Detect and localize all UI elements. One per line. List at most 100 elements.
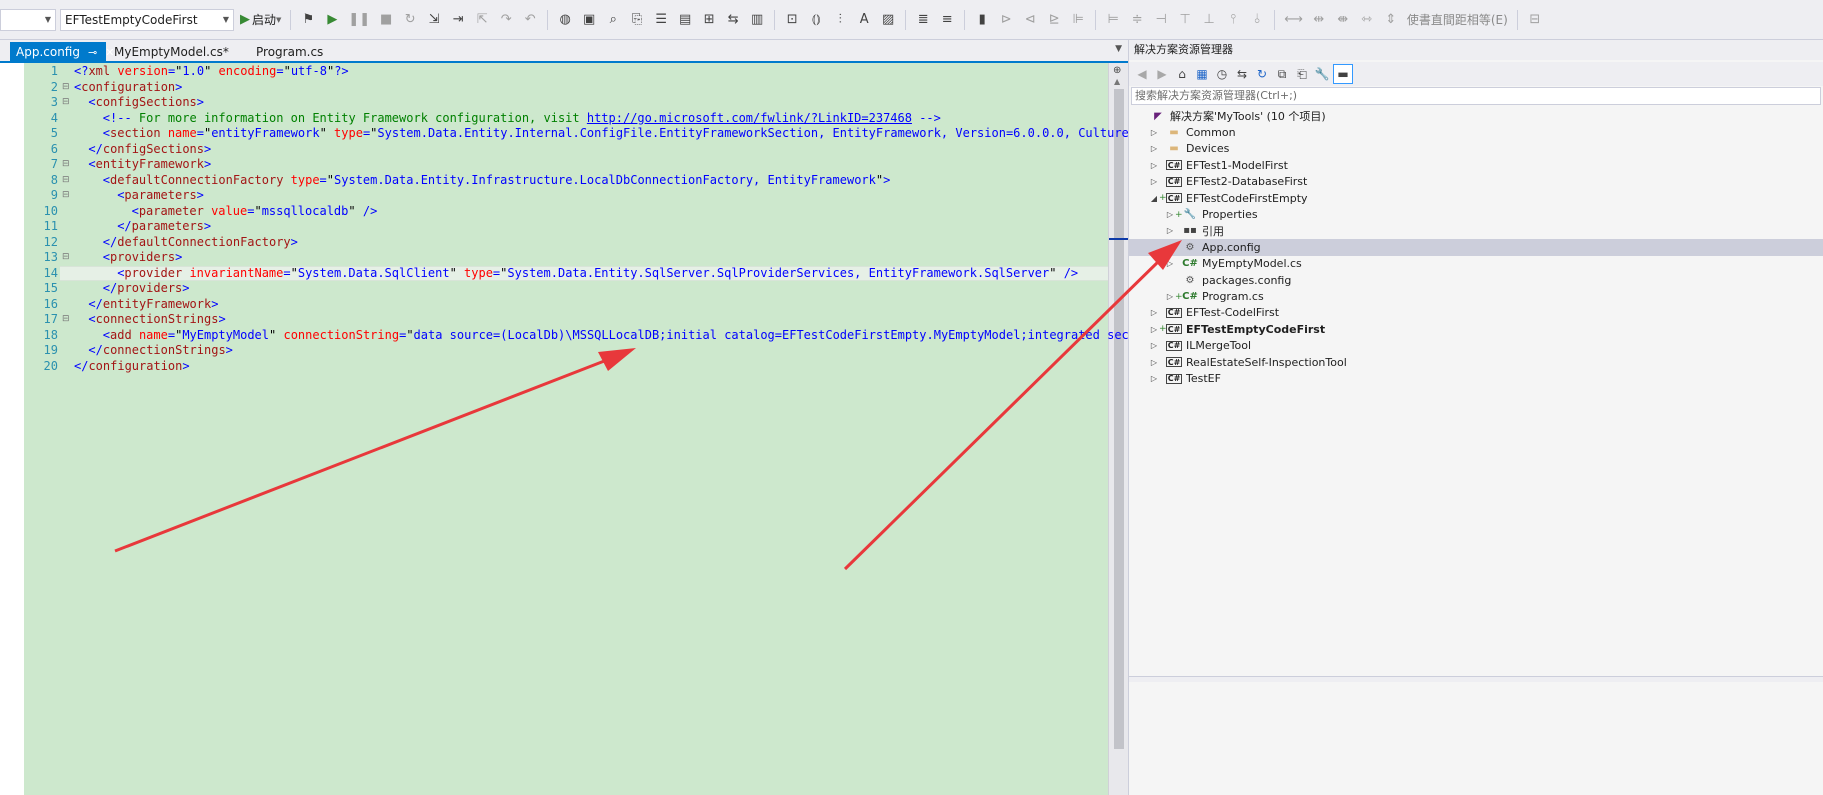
properties-button[interactable]: 🔧 bbox=[1313, 64, 1331, 84]
tab-dropdown-icon[interactable]: ▼ bbox=[1115, 44, 1122, 54]
expand-toggle-icon[interactable]: ▷ bbox=[1149, 325, 1159, 334]
vertical-scrollbar[interactable]: ⊕ ▲ bbox=[1108, 63, 1129, 795]
pin-icon[interactable]: ⊸ bbox=[88, 46, 97, 59]
bookmark-folder-button[interactable]: ⊵ bbox=[1044, 8, 1064, 32]
tree-node[interactable]: ◢ + C# EFTestCodeFirstEmpty bbox=[1129, 190, 1823, 206]
refresh-button[interactable]: ↻ bbox=[1253, 64, 1271, 84]
scrollbar-thumb[interactable] bbox=[1114, 89, 1124, 749]
sync-active-document-button[interactable]: ⇆ bbox=[1233, 64, 1251, 84]
step-into-button[interactable]: ⇲ bbox=[424, 8, 444, 32]
expand-toggle-icon[interactable]: ▷ bbox=[1149, 177, 1159, 186]
step-over-button[interactable]: ⇥ bbox=[448, 8, 468, 32]
redo-button[interactable]: ↷ bbox=[496, 8, 516, 32]
expand-toggle-icon[interactable]: ▷ bbox=[1165, 292, 1175, 301]
layout-2-button[interactable]: ≑ bbox=[1127, 8, 1147, 32]
tree-node[interactable]: ▷ + C# EFTestEmptyCodeFirst bbox=[1129, 321, 1823, 337]
document-button[interactable]: ▤ bbox=[675, 8, 695, 32]
window-button[interactable]: ⊡ bbox=[782, 8, 802, 32]
code-line[interactable]: <parameters> bbox=[117, 188, 204, 204]
code-line[interactable]: <configSections> bbox=[88, 95, 204, 111]
expand-toggle-icon[interactable]: ▷ bbox=[1149, 358, 1159, 367]
layout-6-button[interactable]: ⫯ bbox=[1223, 8, 1243, 32]
expand-toggle-icon[interactable]: ▷ bbox=[1149, 308, 1159, 317]
expand-toggle-icon[interactable]: ▷ bbox=[1149, 161, 1159, 170]
home-button[interactable]: ⌂ bbox=[1173, 64, 1191, 84]
bookmark-prev-button[interactable]: ⎘ bbox=[627, 8, 647, 32]
tree-node[interactable]: ▷ ▬ Common bbox=[1129, 124, 1823, 140]
show-all-files-button[interactable]: ⎗ bbox=[1293, 64, 1311, 84]
tree-node[interactable]: ▷ C# MyEmptyModel.cs bbox=[1129, 256, 1823, 272]
forward-button[interactable]: ▶ bbox=[1153, 64, 1171, 84]
code-line[interactable]: </configuration> bbox=[74, 359, 190, 375]
configuration-combo[interactable]: ▼ bbox=[0, 8, 56, 31]
switch-views-button[interactable]: ▦ bbox=[1193, 64, 1211, 84]
code-line[interactable]: <providers> bbox=[103, 250, 183, 266]
tab-myemptymodel-cs[interactable]: MyEmptyModel.cs* bbox=[108, 42, 235, 62]
make-vertical-spacing-equal-button[interactable]: 使書直間距相等(E) bbox=[1405, 11, 1510, 28]
attach-process-button[interactable]: ⚑ bbox=[298, 8, 318, 32]
expand-toggle-icon[interactable]: ▷ bbox=[1165, 210, 1175, 219]
scroll-up-icon[interactable]: ▲ bbox=[1114, 77, 1120, 86]
align-left-button[interactable]: ⊫ bbox=[1068, 8, 1088, 32]
space-vertical-button[interactable]: ⇕ bbox=[1381, 8, 1401, 32]
code-token[interactable]: http://go.microsoft.com/fwlink/?LinkID=2… bbox=[587, 111, 912, 125]
expand-toggle-icon[interactable]: ▷ bbox=[1149, 374, 1159, 383]
code-line[interactable]: </connectionStrings> bbox=[88, 343, 233, 359]
space-increase-button[interactable]: ⇹ bbox=[1309, 8, 1329, 32]
customize-button[interactable]: ⊟ bbox=[1525, 8, 1545, 32]
fold-toggle-icon[interactable]: ⊟ bbox=[62, 250, 72, 266]
code-line[interactable]: <configuration> bbox=[74, 80, 182, 96]
code-line[interactable]: <section name="entityFramework" type="Sy… bbox=[103, 126, 1172, 142]
layout-5-button[interactable]: ⊥ bbox=[1199, 8, 1219, 32]
undo-button[interactable]: ↶ bbox=[520, 8, 540, 32]
align-button[interactable]: ⫶ bbox=[830, 8, 850, 32]
restart-button[interactable]: ↻ bbox=[400, 8, 420, 32]
fold-toggle-icon[interactable]: ⊟ bbox=[62, 188, 72, 204]
tree-node[interactable]: ▷ C# ILMergeTool bbox=[1129, 338, 1823, 354]
code-line[interactable]: <connectionStrings> bbox=[88, 312, 225, 328]
expand-toggle-icon[interactable]: ▷ bbox=[1149, 144, 1159, 153]
code-line[interactable]: </defaultConnectionFactory> bbox=[103, 235, 298, 251]
code-line[interactable]: <defaultConnectionFactory type="System.D… bbox=[103, 173, 891, 189]
continue-button[interactable]: ▶ bbox=[322, 8, 342, 32]
expand-toggle-icon[interactable]: ▷ bbox=[1165, 226, 1175, 235]
tree-node[interactable]: ▷ C# EFTest1-ModelFirst bbox=[1129, 157, 1823, 173]
comment-button[interactable]: ≣ bbox=[913, 8, 933, 32]
tree-button[interactable]: ⊞ bbox=[699, 8, 719, 32]
layout-7-button[interactable]: ⫰ bbox=[1247, 8, 1267, 32]
layout-4-button[interactable]: ⊤ bbox=[1175, 8, 1195, 32]
expand-toggle-icon[interactable]: ▷ bbox=[1149, 128, 1159, 137]
bookmark-clear-button[interactable]: ⊲ bbox=[1020, 8, 1040, 32]
code-line[interactable]: <?xml version="1.0" encoding="utf-8"?> bbox=[74, 64, 349, 80]
tree-node[interactable]: ▷ + 🔧 Properties bbox=[1129, 206, 1823, 222]
image-button[interactable]: ▨ bbox=[878, 8, 898, 32]
code-editor[interactable]: ⊕ ▲ 1 <?xml version="1.0" encoding="utf-8… bbox=[0, 63, 1172, 795]
code-line[interactable]: </parameters> bbox=[117, 219, 211, 235]
tree-node[interactable]: ▷ ▬ Devices bbox=[1129, 141, 1823, 157]
bookmark-button[interactable]: ▮ bbox=[972, 8, 992, 32]
space-decrease-button[interactable]: ⇼ bbox=[1333, 8, 1353, 32]
uncomment-button[interactable]: ≡ bbox=[937, 8, 957, 32]
screenshot-button[interactable]: ▣ bbox=[579, 8, 599, 32]
fold-toggle-icon[interactable]: ⊟ bbox=[62, 312, 72, 328]
expand-toggle-icon[interactable]: ◢ bbox=[1149, 194, 1159, 203]
tree-node[interactable]: ⚙ packages.config bbox=[1129, 272, 1823, 288]
tree-node[interactable]: ▷ C# RealEstateSelf-InspectionTool bbox=[1129, 354, 1823, 370]
expand-toggle-icon[interactable]: ▷ bbox=[1149, 341, 1159, 350]
format-button[interactable]: ☰ bbox=[651, 8, 671, 32]
brackets-button[interactable]: ⦅⦆ bbox=[806, 8, 826, 32]
code-line[interactable]: </entityFramework> bbox=[88, 297, 218, 313]
tree-node[interactable]: ▷ C# TestEF bbox=[1129, 370, 1823, 386]
space-remove-button[interactable]: ⇿ bbox=[1357, 8, 1377, 32]
break-all-button[interactable]: ❚❚ bbox=[346, 8, 372, 32]
fold-toggle-icon[interactable]: ⊟ bbox=[62, 157, 72, 173]
code-line[interactable]: </configSections> bbox=[88, 142, 211, 158]
fold-toggle-icon[interactable]: ⊟ bbox=[62, 80, 72, 96]
browse-button[interactable]: ◍ bbox=[555, 8, 575, 32]
tree-node[interactable]: ▷ C# EFTest-CodelFirst bbox=[1129, 305, 1823, 321]
pending-changes-button[interactable]: ◷ bbox=[1213, 64, 1231, 84]
code-line[interactable]: <add name="MyEmptyModel" connectionStrin… bbox=[103, 328, 1172, 344]
code-line[interactable]: </providers> bbox=[103, 281, 190, 297]
stop-button[interactable]: ■ bbox=[376, 8, 396, 32]
layout-1-button[interactable]: ⊨ bbox=[1103, 8, 1123, 32]
